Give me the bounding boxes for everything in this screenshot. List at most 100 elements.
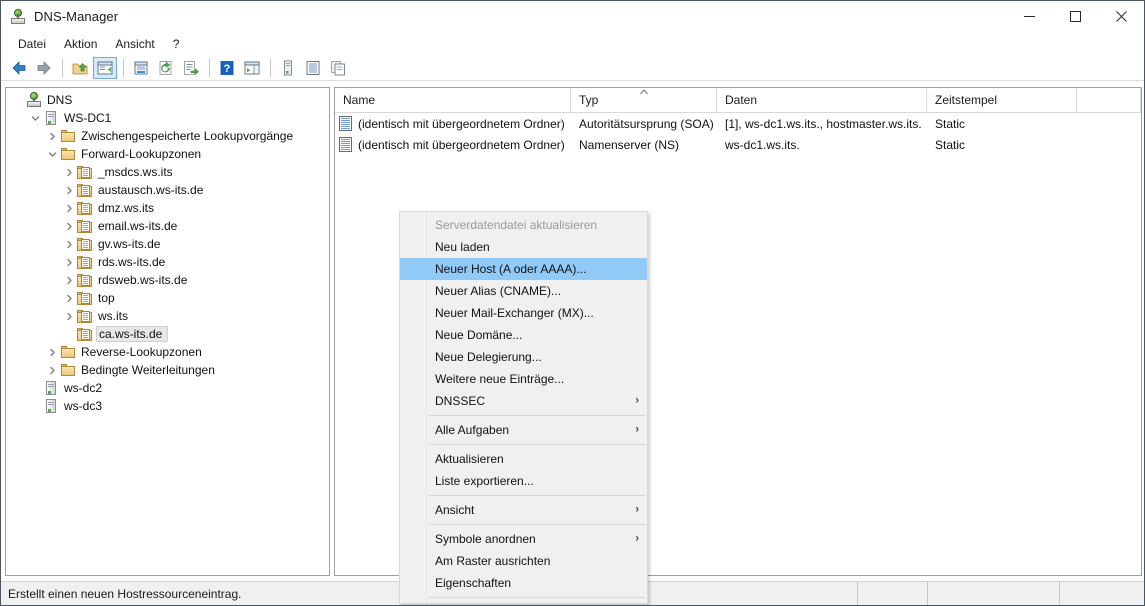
ctx-separator-4 bbox=[429, 524, 645, 525]
server-icon bbox=[43, 380, 59, 396]
console-tree-panel[interactable]: DNS WS-DC1 Zwischengespeicherte Lookupvorg… bbox=[5, 87, 330, 576]
context-menu-item-label: Neuer Host (A oder AAAA)... bbox=[435, 262, 587, 276]
up-folder-icon[interactable] bbox=[68, 57, 92, 79]
ctx-neuer-host[interactable]: Neuer Host (A oder AAAA)... bbox=[400, 258, 647, 280]
menu-ansicht[interactable]: Ansicht bbox=[106, 34, 163, 54]
context-menu-item-label: Weitere neue Einträge... bbox=[435, 372, 565, 386]
ctx-serverdatendatei-aktualisieren: Serverdatendatei aktualisieren bbox=[400, 214, 647, 236]
tree-item-gv-ws-its-de[interactable]: gv.ws-its.de bbox=[6, 235, 329, 253]
ctx-alle-aufgaben[interactable]: Alle Aufgaben › bbox=[400, 419, 647, 441]
context-menu[interactable]: Serverdatendatei aktualisieren Neu laden N… bbox=[399, 211, 648, 604]
toolbar: ? bbox=[1, 55, 1144, 81]
chevron-down-icon[interactable] bbox=[44, 146, 60, 162]
help-icon[interactable]: ? bbox=[215, 57, 239, 79]
chevron-right-icon[interactable] bbox=[61, 200, 77, 216]
chevron-right-icon[interactable] bbox=[44, 344, 60, 360]
toolbar-separator bbox=[270, 58, 271, 77]
ctx-liste-exportieren[interactable]: Liste exportieren... bbox=[400, 470, 647, 492]
menu-hilfe[interactable]: ? bbox=[164, 34, 189, 54]
ctx-aktualisieren[interactable]: Aktualisieren bbox=[400, 448, 647, 470]
tree-item-label: DNS bbox=[47, 93, 73, 107]
refresh-icon[interactable] bbox=[154, 57, 178, 79]
tree-item-rdsweb-ws-its-de[interactable]: rdsweb.ws-its.de bbox=[6, 271, 329, 289]
chevron-right-icon[interactable] bbox=[61, 182, 77, 198]
tree-item-rds-ws-its-de[interactable]: rds.ws-its.de bbox=[6, 253, 329, 271]
ctx-am-raster-ausrichten[interactable]: Am Raster ausrichten bbox=[400, 550, 647, 572]
tree-item-austausch-ws-its-de[interactable]: austausch.ws-its.de bbox=[6, 181, 329, 199]
ctx-symbole-anordnen[interactable]: Symbole anordnen › bbox=[400, 528, 647, 550]
ctx-weitere-neue-eintraege[interactable]: Weitere neue Einträge... bbox=[400, 368, 647, 390]
dns-console-icon bbox=[10, 8, 26, 25]
ctx-neue-delegierung[interactable]: Neue Delegierung... bbox=[400, 346, 647, 368]
chevron-right-icon[interactable] bbox=[61, 308, 77, 324]
list-column-headers: Name Typ Daten Zeitstempel bbox=[335, 88, 1141, 113]
server-icon bbox=[43, 110, 59, 126]
tree-item-dmz-ws-its[interactable]: dmz.ws.its bbox=[6, 199, 329, 217]
tree-item-ws-dc3[interactable]: ws-dc3 bbox=[6, 397, 329, 415]
chevron-right-icon[interactable] bbox=[61, 254, 77, 270]
ctx-neuer-mail-exchanger[interactable]: Neuer Mail-Exchanger (MX)... bbox=[400, 302, 647, 324]
column-header-daten[interactable]: Daten bbox=[717, 88, 927, 112]
chevron-right-icon[interactable] bbox=[61, 272, 77, 288]
chevron-right-icon[interactable] bbox=[44, 362, 60, 378]
menu-aktion[interactable]: Aktion bbox=[55, 34, 106, 54]
tree-item-ca-ws-its-de[interactable]: ca.ws-its.de bbox=[6, 325, 329, 343]
context-menu-item-label: Alle Aufgaben bbox=[435, 423, 510, 437]
ctx-dnssec[interactable]: DNSSEC › bbox=[400, 390, 647, 412]
ctx-ansicht[interactable]: Ansicht › bbox=[400, 499, 647, 521]
tree-item-ws-dc2[interactable]: ws-dc2 bbox=[6, 379, 329, 397]
tree-item-top[interactable]: top bbox=[6, 289, 329, 307]
chevron-right-icon[interactable] bbox=[61, 164, 77, 180]
column-header-typ[interactable]: Typ bbox=[571, 88, 717, 112]
tree-item-dns[interactable]: DNS bbox=[6, 91, 329, 109]
dns-manager-window: DNS-Manager Datei Aktion Ansicht ? ? DNS… bbox=[0, 0, 1145, 606]
status-segment-1 bbox=[858, 582, 928, 605]
tree-item-ws-its[interactable]: ws.its bbox=[6, 307, 329, 325]
tree-item-email-ws-its-de[interactable]: email.ws-its.de bbox=[6, 217, 329, 235]
table-row[interactable]: (identisch mit übergeordnetem Ordner) Aut… bbox=[335, 113, 1141, 134]
minimize-button[interactable] bbox=[1006, 1, 1052, 32]
copy-icon[interactable] bbox=[326, 57, 350, 79]
tree-item-bedingte-weiterleitungen[interactable]: Bedingte Weiterleitungen bbox=[6, 361, 329, 379]
chevron-down-icon[interactable] bbox=[27, 110, 43, 126]
new-server-icon[interactable] bbox=[276, 57, 300, 79]
tree-item-zwischengespeicherte-lookupvorg-nge[interactable]: Zwischengespeicherte Lookupvorgänge bbox=[6, 127, 329, 145]
tree-item-label: Forward-Lookupzonen bbox=[81, 147, 202, 161]
zone-icon bbox=[77, 326, 93, 342]
ctx-separator-3 bbox=[429, 495, 645, 496]
zone-icon bbox=[77, 236, 93, 252]
tree-item-ws-dc1[interactable]: WS-DC1 bbox=[6, 109, 329, 127]
maximize-button[interactable] bbox=[1052, 1, 1098, 32]
ctx-eigenschaften[interactable]: Eigenschaften bbox=[400, 572, 647, 594]
menu-datei[interactable]: Datei bbox=[9, 34, 55, 54]
chevron-right-icon[interactable] bbox=[61, 236, 77, 252]
chevron-right-icon[interactable] bbox=[44, 128, 60, 144]
show-hide-console-tree-icon[interactable] bbox=[93, 56, 117, 79]
tree-item-reverse-lookupzonen[interactable]: Reverse-Lookupzonen bbox=[6, 343, 329, 361]
tree-item-label: dmz.ws.its bbox=[98, 201, 155, 215]
forward-arrow-icon[interactable] bbox=[32, 57, 56, 79]
export-list-icon[interactable] bbox=[179, 57, 203, 79]
chevron-right-icon[interactable] bbox=[61, 290, 77, 306]
context-menu-item-label: Serverdatendatei aktualisieren bbox=[435, 218, 598, 232]
table-row[interactable]: (identisch mit übergeordnetem Ordner) Nam… bbox=[335, 134, 1141, 155]
chevron-right-icon[interactable] bbox=[61, 218, 77, 234]
tree-item-label: email.ws-its.de bbox=[98, 219, 178, 233]
tree-item-forward-lookupzonen[interactable]: Forward-Lookupzonen bbox=[6, 145, 329, 163]
chevron-right-icon: › bbox=[635, 423, 639, 436]
back-arrow-icon[interactable] bbox=[7, 57, 31, 79]
context-menu-item-label: Neue Delegierung... bbox=[435, 350, 542, 364]
tree-item-label: WS-DC1 bbox=[64, 111, 112, 125]
show-hide-action-pane-icon[interactable] bbox=[240, 57, 264, 79]
properties-icon[interactable] bbox=[129, 57, 153, 79]
ctx-neu-laden[interactable]: Neu laden bbox=[400, 236, 647, 258]
new-zone-icon[interactable] bbox=[301, 57, 325, 79]
ctx-neuer-alias[interactable]: Neuer Alias (CNAME)... bbox=[400, 280, 647, 302]
column-header-zeitstempel[interactable]: Zeitstempel bbox=[927, 88, 1077, 112]
ctx-neue-domaene[interactable]: Neue Domäne... bbox=[400, 324, 647, 346]
tree-item-msdcs-ws-its[interactable]: _msdcs.ws.its bbox=[6, 163, 329, 181]
column-header-name[interactable]: Name bbox=[335, 88, 571, 112]
tree-item-label: Reverse-Lookupzonen bbox=[81, 345, 202, 359]
close-button[interactable] bbox=[1098, 1, 1144, 32]
